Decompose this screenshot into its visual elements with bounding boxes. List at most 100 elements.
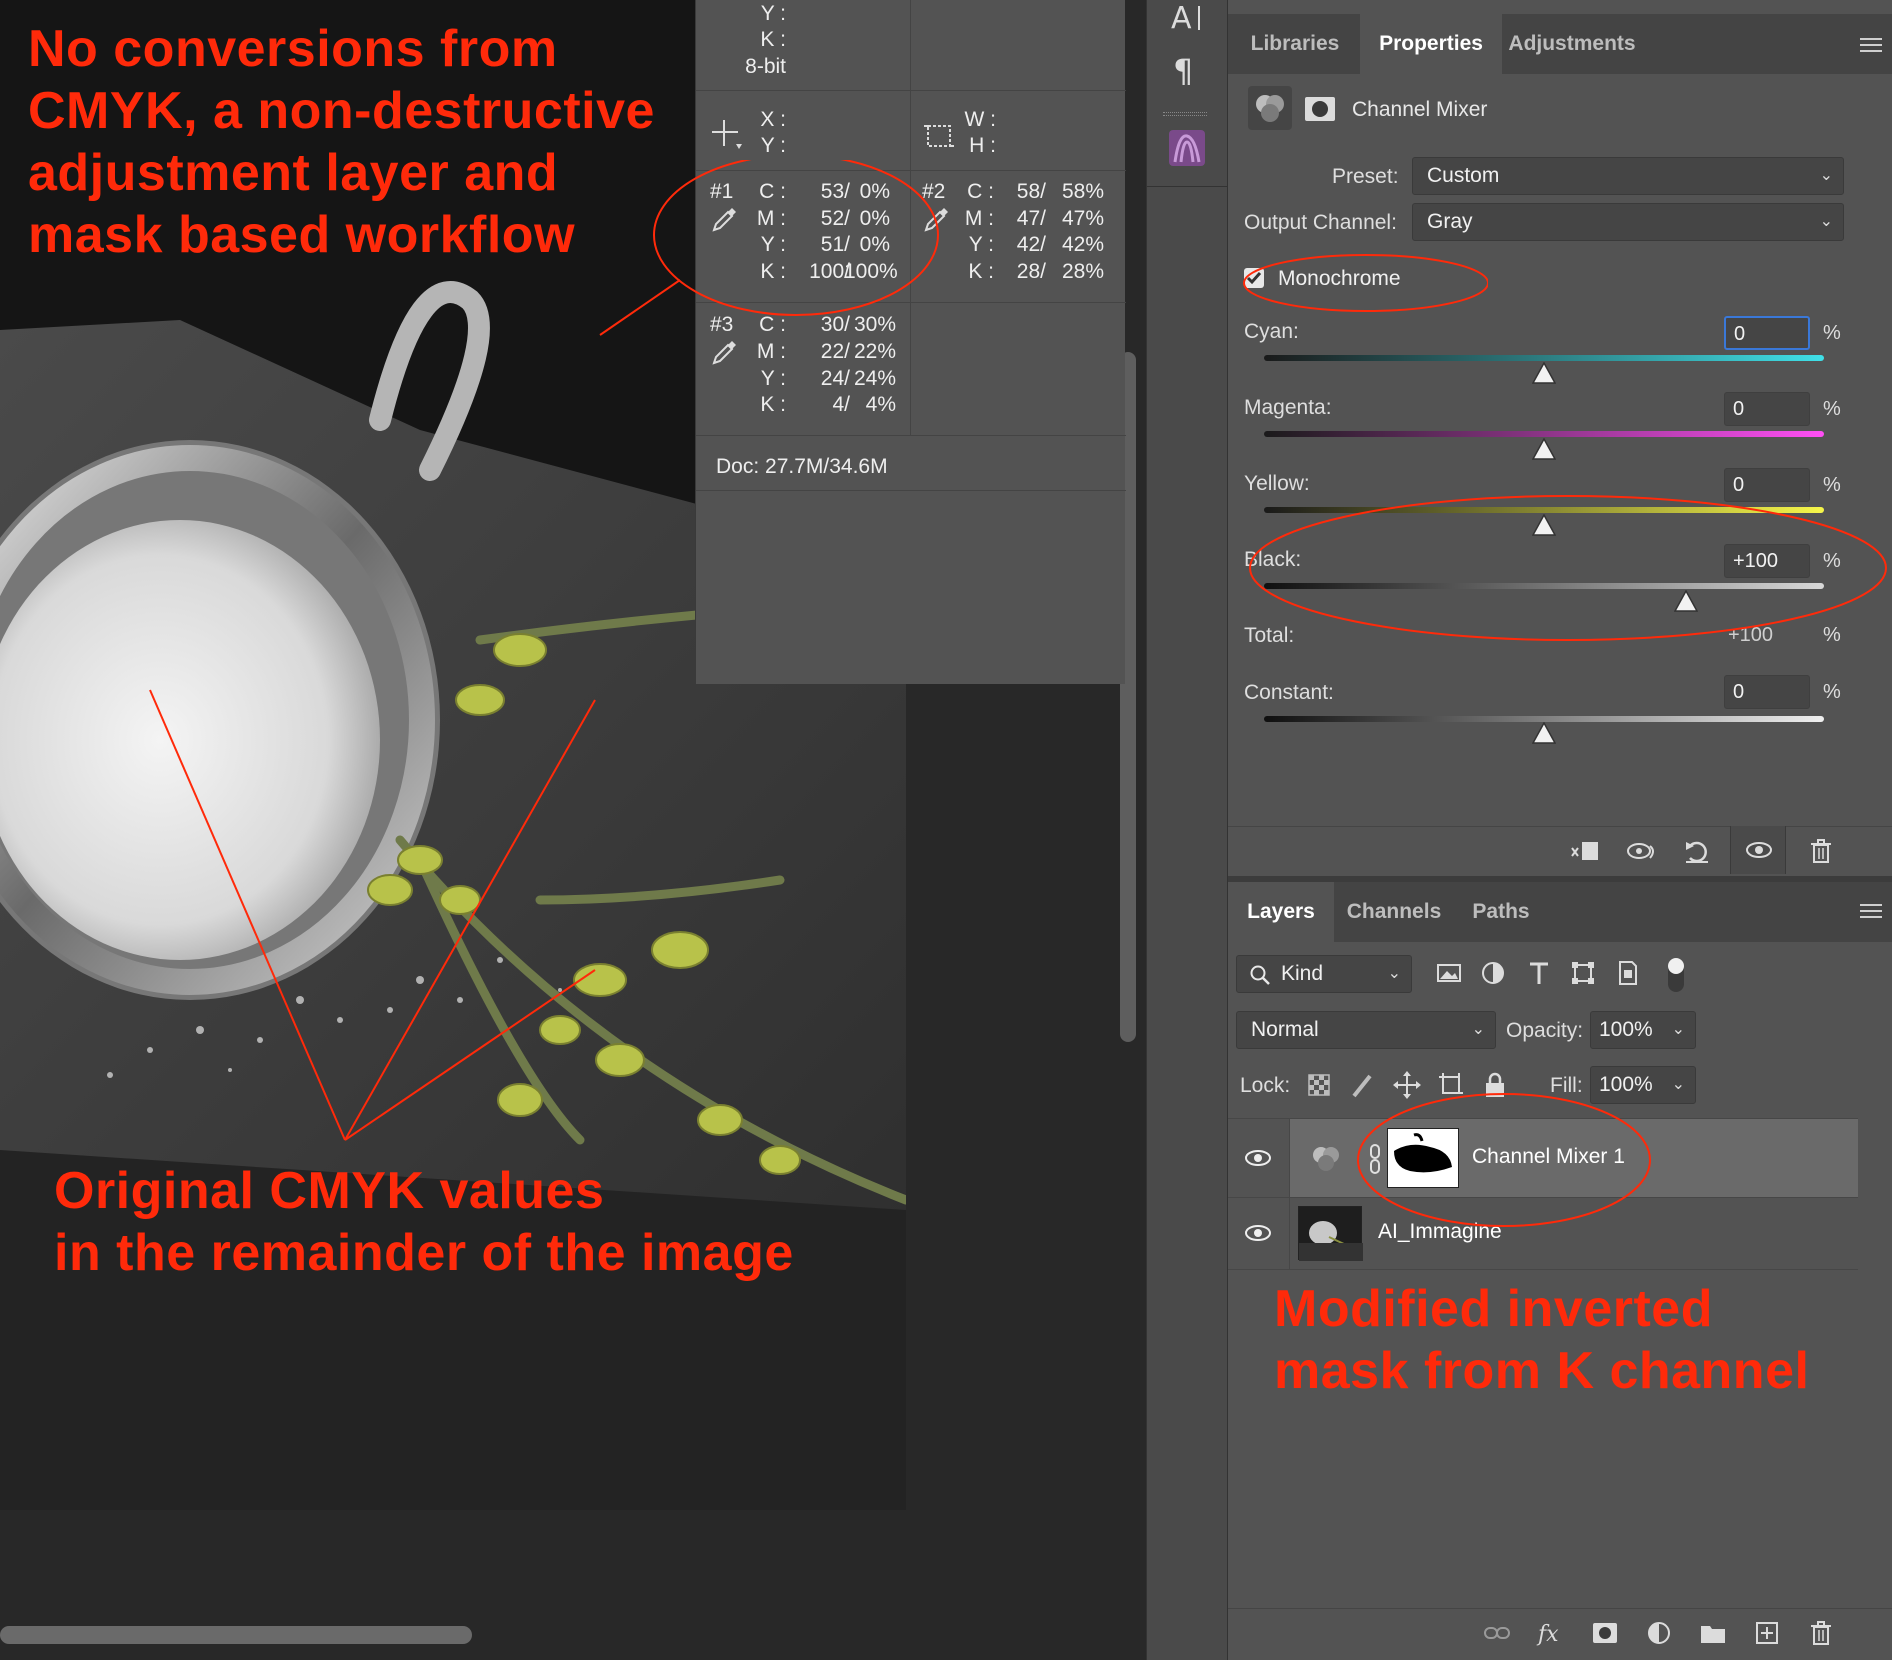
cyan-slider-track[interactable] (1264, 355, 1824, 361)
lock-label: Lock: (1240, 1074, 1291, 1097)
mask-icon[interactable] (1304, 96, 1336, 122)
shape-layer-filter-icon[interactable] (1568, 958, 1598, 988)
tab-adjustments[interactable]: Adjustments (1502, 14, 1642, 74)
chevron-down-icon: ⌄ (1671, 1021, 1685, 1038)
filter-toggle[interactable] (1668, 958, 1684, 992)
sampler-value: 4/ (832, 393, 850, 416)
fx-icon[interactable]: fx (1536, 1618, 1566, 1648)
tab-libraries[interactable]: Libraries (1230, 14, 1360, 74)
tab-channels[interactable]: Channels (1334, 882, 1454, 942)
preset-label: Preset: (1332, 165, 1399, 188)
sampler-value: 42/ (1016, 233, 1046, 256)
annotation-ellipse (1357, 1093, 1651, 1227)
output-channel-dropdown[interactable]: Gray ⌄ (1412, 203, 1844, 241)
sampler-value: 58% (1061, 180, 1104, 203)
annotation-line: in the remainder of the image (54, 1224, 794, 1282)
view-previous-state-icon[interactable] (1626, 836, 1656, 866)
delete-layer-icon[interactable] (1806, 1618, 1836, 1648)
channel-label: Y : (968, 233, 994, 256)
pixel-layer-filter-icon[interactable] (1434, 958, 1464, 988)
link-layers-icon[interactable] (1482, 1618, 1512, 1648)
channel-label: C : (967, 180, 994, 203)
properties-tabbar: Libraries Properties Adjustments (1228, 14, 1892, 74)
annotation-line: mask from K channel (1274, 1342, 1810, 1400)
cyan-input[interactable]: 0 (1724, 316, 1810, 350)
magenta-input[interactable]: 0 (1724, 392, 1810, 426)
panel-menu-icon[interactable] (1860, 38, 1882, 54)
output-channel-value: Gray (1427, 210, 1473, 233)
document-size: Doc: 27.7M/34.6M (716, 455, 888, 478)
channel-label: M : (756, 340, 786, 363)
trash-icon[interactable] (1806, 836, 1836, 866)
new-group-icon[interactable] (1698, 1618, 1728, 1648)
sampler-value: 58/ (1016, 180, 1046, 203)
annotation-ellipse (653, 160, 939, 316)
new-adjustment-layer-icon[interactable] (1644, 1618, 1674, 1648)
channel-label: K : (968, 260, 994, 283)
lock-transparent-pixels-icon[interactable] (1304, 1070, 1334, 1100)
tab-layers[interactable]: Layers (1228, 882, 1334, 942)
info-h-label: H : (969, 134, 996, 157)
horizontal-scrollbar[interactable] (0, 1626, 472, 1644)
sampler-value: 24% (853, 367, 896, 390)
sampler-value: 28/ (1016, 260, 1046, 283)
annotation-ellipse (1243, 254, 1488, 312)
selection-size-icon (924, 125, 954, 147)
constant-slider-thumb[interactable] (1532, 722, 1556, 744)
annotation-line: Original CMYK values (54, 1162, 605, 1220)
chevron-down-icon: ⌄ (1471, 1021, 1485, 1038)
right-dock: Libraries Properties Adjustments Channel… (1228, 0, 1892, 1660)
canvas-area[interactable]: No conversions from CMYK, a non-destruct… (0, 0, 1146, 1660)
chevron-down-icon: ⌄ (1819, 167, 1833, 184)
paragraph-panel-icon[interactable]: ¶ (1171, 50, 1201, 88)
sampler-value: 47/ (1016, 207, 1046, 230)
info-x-label: X : (760, 108, 786, 131)
magenta-slider-track[interactable] (1264, 431, 1824, 437)
smart-object-filter-icon[interactable] (1612, 958, 1642, 988)
toggle-knob (1668, 958, 1684, 974)
channel-label: Y : (760, 367, 786, 390)
tab-properties[interactable]: Properties (1360, 14, 1502, 74)
layer-visibility-toggle[interactable] (1228, 1119, 1290, 1197)
eyedropper-icon (712, 341, 736, 365)
layer-visibility-toggle[interactable] (1228, 1198, 1290, 1269)
percent-unit: % (1823, 398, 1841, 420)
preset-dropdown[interactable]: Custom ⌄ (1412, 157, 1844, 195)
output-channel-label: Output Channel: (1244, 211, 1397, 234)
percent-unit: % (1823, 322, 1841, 344)
panel-menu-icon[interactable] (1860, 904, 1882, 920)
eye-icon (1746, 842, 1772, 858)
constant-input[interactable]: 0 (1724, 675, 1810, 709)
channel-mixer-layer-icon (1313, 1147, 1339, 1171)
type-layer-filter-icon[interactable] (1524, 958, 1554, 988)
info-k-label: K : (760, 28, 786, 51)
sampler-value: 22/ (820, 340, 850, 363)
cyan-slider-thumb[interactable] (1532, 362, 1556, 384)
sampler-value: 22% (853, 340, 896, 363)
reset-icon[interactable] (1682, 836, 1712, 866)
opacity-input[interactable]: 100% ⌄ (1590, 1011, 1696, 1049)
sampler-value: 42% (1061, 233, 1104, 256)
svg-text:¶: ¶ (1173, 52, 1193, 88)
add-mask-icon[interactable] (1590, 1618, 1620, 1648)
clip-to-layer-icon[interactable] (1570, 836, 1600, 866)
tab-paths[interactable]: Paths (1454, 882, 1548, 942)
annotation-line: CMYK, a non-destructive (28, 82, 655, 140)
character-panel-icon[interactable]: A (1169, 0, 1205, 34)
visibility-toggle-button[interactable] (1730, 826, 1786, 874)
preset-value: Custom (1427, 164, 1500, 187)
new-layer-icon[interactable] (1752, 1618, 1782, 1648)
magenta-label: Magenta: (1244, 396, 1332, 419)
info-panel: Y : K : 8-bit X : Y : W : H : #1 C : 53/… (653, 0, 1126, 684)
annotation-top-left: No conversions from CMYK, a non-destruct… (28, 18, 655, 266)
opacity-label: Opacity: (1506, 1019, 1584, 1042)
blend-mode-dropdown[interactable]: Normal ⌄ (1236, 1011, 1496, 1049)
percent-unit: % (1823, 681, 1841, 703)
adjustment-layer-filter-icon[interactable] (1478, 958, 1508, 988)
adjustment-icon-button[interactable] (1248, 86, 1292, 130)
layers-footer-divider (1228, 1608, 1892, 1609)
magenta-slider-thumb[interactable] (1532, 438, 1556, 460)
chevron-down-icon: ⌄ (1387, 965, 1401, 982)
swatches-panel-icon[interactable] (1167, 128, 1207, 168)
layer-filter-dropdown[interactable]: Kind ⌄ (1236, 955, 1412, 993)
